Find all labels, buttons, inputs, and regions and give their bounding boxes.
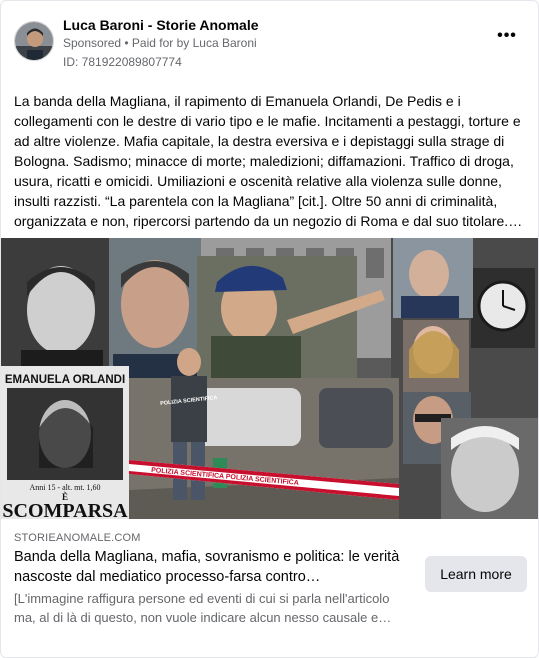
post-header: Luca Baroni - Storie Anomale Sponsored •… [14, 15, 525, 71]
page-name[interactable]: Luca Baroni - Storie Anomale [63, 17, 259, 33]
poster-name: EMANUELA ORLANDI [5, 374, 125, 386]
sponsored-post: Luca Baroni - Storie Anomale Sponsored •… [0, 0, 539, 658]
link-headline[interactable]: Banda della Magliana, mafia, sovranismo … [14, 547, 409, 587]
ad-id: ID: 781922089807774 [63, 55, 182, 69]
more-horizontal-icon: ••• [497, 27, 517, 44]
link-domain: STORIEANOMALE.COM [14, 532, 141, 544]
meta-separator: • [121, 36, 132, 50]
link-preview[interactable]: STORIEANOMALE.COM Banda della Magliana, … [1, 519, 538, 657]
link-description: [L'immagine raffigura persone ed eventi … [14, 591, 392, 625]
sponsored-label[interactable]: Sponsored [63, 36, 121, 50]
post-meta: Sponsored • Paid for by Luca Baroni [63, 36, 257, 50]
more-options-button[interactable]: ••• [495, 28, 519, 49]
page-avatar[interactable] [14, 21, 54, 61]
ad-creative-image[interactable]: EMANUELA ORLANDI Anni 15 - alt. mt. 1,60… [1, 238, 538, 519]
poster-age: Anni 15 - alt. mt. 1,60 [29, 483, 100, 492]
poster-missing: SCOMPARSA [2, 500, 128, 519]
paid-prefix: Paid for by [131, 36, 193, 50]
learn-more-button[interactable]: Learn more [425, 556, 527, 592]
post-body-text: La banda della Magliana, il rapimento di… [14, 93, 523, 229]
paid-by-name[interactable]: Luca Baroni [193, 36, 257, 50]
